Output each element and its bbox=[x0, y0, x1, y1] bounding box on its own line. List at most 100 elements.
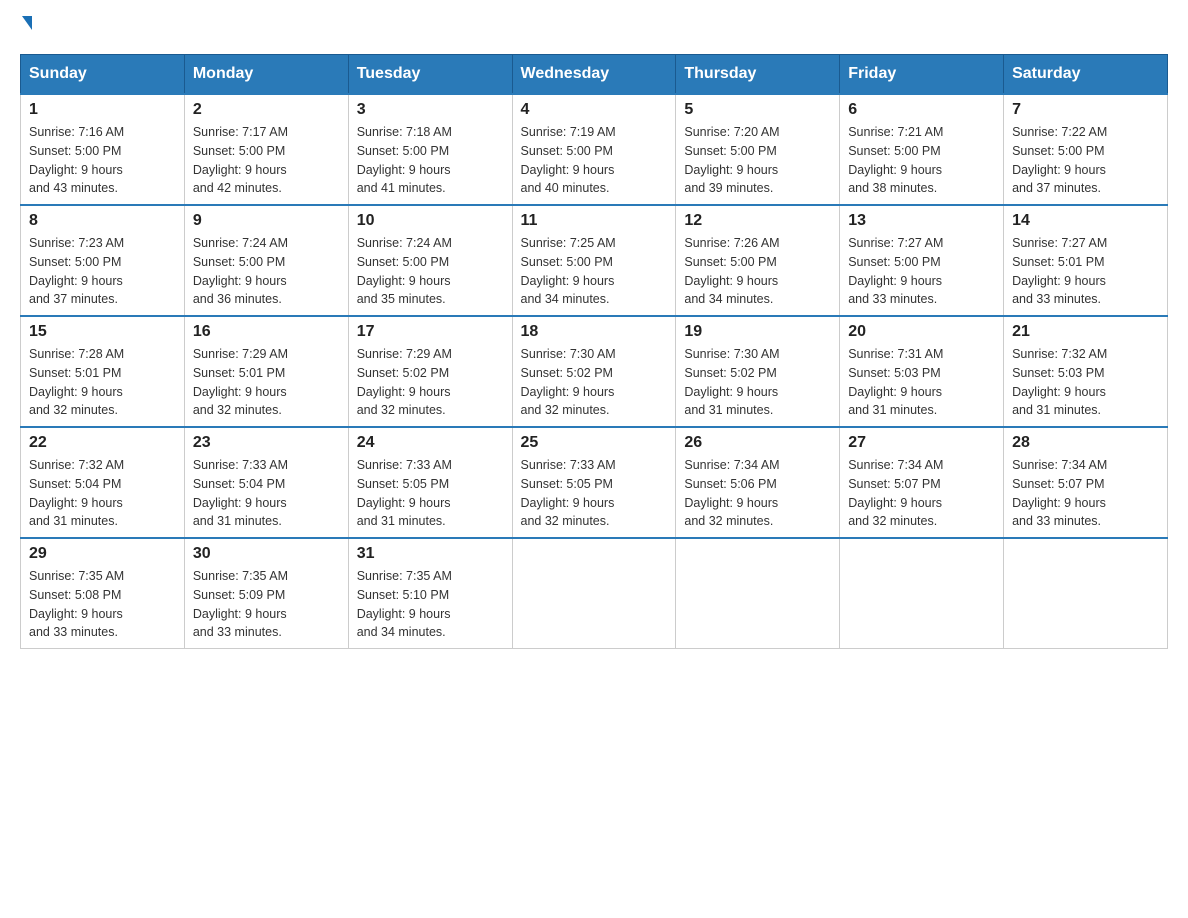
logo-triangle-icon bbox=[22, 16, 32, 30]
day-info: Sunrise: 7:35 AMSunset: 5:09 PMDaylight:… bbox=[193, 569, 288, 639]
day-info: Sunrise: 7:33 AMSunset: 5:05 PMDaylight:… bbox=[357, 458, 452, 528]
day-info: Sunrise: 7:32 AMSunset: 5:03 PMDaylight:… bbox=[1012, 347, 1107, 417]
day-info: Sunrise: 7:34 AMSunset: 5:07 PMDaylight:… bbox=[848, 458, 943, 528]
day-cell: 7 Sunrise: 7:22 AMSunset: 5:00 PMDayligh… bbox=[1004, 94, 1168, 205]
day-cell: 28 Sunrise: 7:34 AMSunset: 5:07 PMDaylig… bbox=[1004, 427, 1168, 538]
day-info: Sunrise: 7:24 AMSunset: 5:00 PMDaylight:… bbox=[193, 236, 288, 306]
day-cell: 9 Sunrise: 7:24 AMSunset: 5:00 PMDayligh… bbox=[184, 205, 348, 316]
day-number: 18 bbox=[521, 323, 668, 341]
day-cell: 1 Sunrise: 7:16 AMSunset: 5:00 PMDayligh… bbox=[21, 94, 185, 205]
calendar-header-row: SundayMondayTuesdayWednesdayThursdayFrid… bbox=[21, 55, 1168, 95]
column-header-friday: Friday bbox=[840, 55, 1004, 95]
day-cell: 15 Sunrise: 7:28 AMSunset: 5:01 PMDaylig… bbox=[21, 316, 185, 427]
day-info: Sunrise: 7:35 AMSunset: 5:10 PMDaylight:… bbox=[357, 569, 452, 639]
day-number: 5 bbox=[684, 101, 831, 119]
day-info: Sunrise: 7:23 AMSunset: 5:00 PMDaylight:… bbox=[29, 236, 124, 306]
day-cell: 25 Sunrise: 7:33 AMSunset: 5:05 PMDaylig… bbox=[512, 427, 676, 538]
day-cell: 21 Sunrise: 7:32 AMSunset: 5:03 PMDaylig… bbox=[1004, 316, 1168, 427]
day-number: 21 bbox=[1012, 323, 1159, 341]
day-cell: 14 Sunrise: 7:27 AMSunset: 5:01 PMDaylig… bbox=[1004, 205, 1168, 316]
day-info: Sunrise: 7:31 AMSunset: 5:03 PMDaylight:… bbox=[848, 347, 943, 417]
day-info: Sunrise: 7:33 AMSunset: 5:05 PMDaylight:… bbox=[521, 458, 616, 528]
day-info: Sunrise: 7:32 AMSunset: 5:04 PMDaylight:… bbox=[29, 458, 124, 528]
day-number: 27 bbox=[848, 434, 995, 452]
day-cell: 29 Sunrise: 7:35 AMSunset: 5:08 PMDaylig… bbox=[21, 538, 185, 649]
day-cell: 12 Sunrise: 7:26 AMSunset: 5:00 PMDaylig… bbox=[676, 205, 840, 316]
day-number: 10 bbox=[357, 212, 504, 230]
day-info: Sunrise: 7:29 AMSunset: 5:01 PMDaylight:… bbox=[193, 347, 288, 417]
logo bbox=[20, 20, 32, 34]
day-cell: 8 Sunrise: 7:23 AMSunset: 5:00 PMDayligh… bbox=[21, 205, 185, 316]
day-number: 1 bbox=[29, 101, 176, 119]
day-number: 24 bbox=[357, 434, 504, 452]
day-number: 12 bbox=[684, 212, 831, 230]
day-info: Sunrise: 7:16 AMSunset: 5:00 PMDaylight:… bbox=[29, 125, 124, 195]
day-cell: 26 Sunrise: 7:34 AMSunset: 5:06 PMDaylig… bbox=[676, 427, 840, 538]
day-cell: 10 Sunrise: 7:24 AMSunset: 5:00 PMDaylig… bbox=[348, 205, 512, 316]
day-number: 3 bbox=[357, 101, 504, 119]
day-number: 13 bbox=[848, 212, 995, 230]
day-cell bbox=[840, 538, 1004, 649]
week-row-5: 29 Sunrise: 7:35 AMSunset: 5:08 PMDaylig… bbox=[21, 538, 1168, 649]
day-number: 22 bbox=[29, 434, 176, 452]
day-cell bbox=[1004, 538, 1168, 649]
day-info: Sunrise: 7:24 AMSunset: 5:00 PMDaylight:… bbox=[357, 236, 452, 306]
day-number: 17 bbox=[357, 323, 504, 341]
day-info: Sunrise: 7:26 AMSunset: 5:00 PMDaylight:… bbox=[684, 236, 779, 306]
day-number: 28 bbox=[1012, 434, 1159, 452]
day-number: 19 bbox=[684, 323, 831, 341]
day-cell bbox=[676, 538, 840, 649]
day-cell: 13 Sunrise: 7:27 AMSunset: 5:00 PMDaylig… bbox=[840, 205, 1004, 316]
day-cell: 27 Sunrise: 7:34 AMSunset: 5:07 PMDaylig… bbox=[840, 427, 1004, 538]
day-info: Sunrise: 7:35 AMSunset: 5:08 PMDaylight:… bbox=[29, 569, 124, 639]
day-number: 26 bbox=[684, 434, 831, 452]
day-cell: 16 Sunrise: 7:29 AMSunset: 5:01 PMDaylig… bbox=[184, 316, 348, 427]
day-info: Sunrise: 7:33 AMSunset: 5:04 PMDaylight:… bbox=[193, 458, 288, 528]
day-info: Sunrise: 7:19 AMSunset: 5:00 PMDaylight:… bbox=[521, 125, 616, 195]
column-header-monday: Monday bbox=[184, 55, 348, 95]
day-cell: 19 Sunrise: 7:30 AMSunset: 5:02 PMDaylig… bbox=[676, 316, 840, 427]
day-number: 30 bbox=[193, 545, 340, 563]
day-info: Sunrise: 7:22 AMSunset: 5:00 PMDaylight:… bbox=[1012, 125, 1107, 195]
day-cell: 4 Sunrise: 7:19 AMSunset: 5:00 PMDayligh… bbox=[512, 94, 676, 205]
day-number: 20 bbox=[848, 323, 995, 341]
day-number: 14 bbox=[1012, 212, 1159, 230]
day-info: Sunrise: 7:34 AMSunset: 5:06 PMDaylight:… bbox=[684, 458, 779, 528]
day-info: Sunrise: 7:30 AMSunset: 5:02 PMDaylight:… bbox=[521, 347, 616, 417]
day-cell: 2 Sunrise: 7:17 AMSunset: 5:00 PMDayligh… bbox=[184, 94, 348, 205]
day-info: Sunrise: 7:28 AMSunset: 5:01 PMDaylight:… bbox=[29, 347, 124, 417]
day-info: Sunrise: 7:27 AMSunset: 5:00 PMDaylight:… bbox=[848, 236, 943, 306]
week-row-2: 8 Sunrise: 7:23 AMSunset: 5:00 PMDayligh… bbox=[21, 205, 1168, 316]
day-info: Sunrise: 7:34 AMSunset: 5:07 PMDaylight:… bbox=[1012, 458, 1107, 528]
day-number: 6 bbox=[848, 101, 995, 119]
day-info: Sunrise: 7:20 AMSunset: 5:00 PMDaylight:… bbox=[684, 125, 779, 195]
day-cell: 6 Sunrise: 7:21 AMSunset: 5:00 PMDayligh… bbox=[840, 94, 1004, 205]
column-header-thursday: Thursday bbox=[676, 55, 840, 95]
day-info: Sunrise: 7:29 AMSunset: 5:02 PMDaylight:… bbox=[357, 347, 452, 417]
day-cell: 11 Sunrise: 7:25 AMSunset: 5:00 PMDaylig… bbox=[512, 205, 676, 316]
day-info: Sunrise: 7:30 AMSunset: 5:02 PMDaylight:… bbox=[684, 347, 779, 417]
day-number: 4 bbox=[521, 101, 668, 119]
day-info: Sunrise: 7:27 AMSunset: 5:01 PMDaylight:… bbox=[1012, 236, 1107, 306]
day-cell: 17 Sunrise: 7:29 AMSunset: 5:02 PMDaylig… bbox=[348, 316, 512, 427]
day-cell: 5 Sunrise: 7:20 AMSunset: 5:00 PMDayligh… bbox=[676, 94, 840, 205]
calendar-table: SundayMondayTuesdayWednesdayThursdayFrid… bbox=[20, 54, 1168, 649]
column-header-sunday: Sunday bbox=[21, 55, 185, 95]
day-info: Sunrise: 7:25 AMSunset: 5:00 PMDaylight:… bbox=[521, 236, 616, 306]
day-number: 2 bbox=[193, 101, 340, 119]
column-header-tuesday: Tuesday bbox=[348, 55, 512, 95]
week-row-4: 22 Sunrise: 7:32 AMSunset: 5:04 PMDaylig… bbox=[21, 427, 1168, 538]
day-number: 15 bbox=[29, 323, 176, 341]
week-row-3: 15 Sunrise: 7:28 AMSunset: 5:01 PMDaylig… bbox=[21, 316, 1168, 427]
day-number: 25 bbox=[521, 434, 668, 452]
day-cell bbox=[512, 538, 676, 649]
day-cell: 23 Sunrise: 7:33 AMSunset: 5:04 PMDaylig… bbox=[184, 427, 348, 538]
day-cell: 3 Sunrise: 7:18 AMSunset: 5:00 PMDayligh… bbox=[348, 94, 512, 205]
day-number: 9 bbox=[193, 212, 340, 230]
column-header-saturday: Saturday bbox=[1004, 55, 1168, 95]
day-number: 8 bbox=[29, 212, 176, 230]
page-header bbox=[20, 20, 1168, 34]
day-info: Sunrise: 7:21 AMSunset: 5:00 PMDaylight:… bbox=[848, 125, 943, 195]
day-number: 11 bbox=[521, 212, 668, 230]
day-cell: 18 Sunrise: 7:30 AMSunset: 5:02 PMDaylig… bbox=[512, 316, 676, 427]
